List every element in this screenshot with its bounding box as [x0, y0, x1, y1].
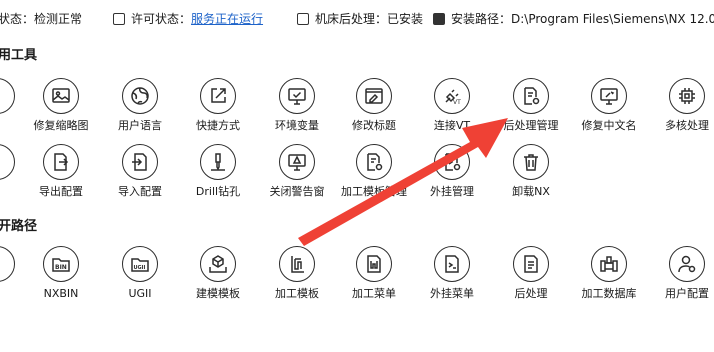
path-user-config[interactable]: 用户配置: [647, 246, 714, 300]
plugin-gear-icon: [434, 144, 470, 180]
user-gear-icon: [669, 246, 705, 282]
status-license: 许可状态：服务正在运行: [113, 10, 263, 42]
cube-box-icon: [200, 246, 236, 282]
tool-connect-vt[interactable]: VT 连接VT: [412, 78, 492, 132]
folder-bin-icon: BIN: [43, 246, 79, 282]
database-icon: [591, 246, 627, 282]
tool-shortcut[interactable]: 快捷方式: [178, 78, 258, 132]
svg-text:VT: VT: [453, 99, 461, 106]
tool-fix-thumbnail[interactable]: 修复缩略图: [21, 78, 101, 132]
path-machining-template[interactable]: 加工模板: [257, 246, 337, 300]
folder-ugii-icon: UGII: [122, 246, 158, 282]
tool-plugin-manage[interactable]: 外挂管理: [412, 144, 492, 198]
status-license-label: 许可状态：: [131, 12, 192, 26]
path-machining-database[interactable]: 加工数据库: [569, 246, 649, 300]
license-service-link[interactable]: 服务正在运行: [191, 12, 263, 26]
tool-close-warning[interactable]: 关闭警告窗: [257, 144, 337, 198]
edit-window-icon: [356, 78, 392, 114]
partial-icon: [0, 78, 15, 114]
tool-user-language[interactable]: 用户语言: [100, 78, 180, 132]
machining-menu-icon: [356, 246, 392, 282]
tool-post-manage[interactable]: 后处理管理: [491, 78, 571, 132]
image-icon: [43, 78, 79, 114]
path-nxbin[interactable]: BIN NXBIN: [21, 246, 101, 300]
plug-vt-icon: VT: [434, 78, 470, 114]
tool-import-config[interactable]: 导入配置: [100, 144, 180, 198]
status-path-label: 安装路径：D:\Program Files\Siemens\NX 12.0: [451, 12, 714, 26]
status-check: 状态：检测正常: [0, 10, 82, 42]
machining-template-icon: [279, 246, 315, 282]
ugii-badge: UGII: [134, 265, 146, 271]
cpu-icon: [669, 78, 705, 114]
status-path: 安装路径：D:\Program Files\Siemens\NX 12.0: [433, 10, 714, 42]
tool-edit-title[interactable]: 修改标题: [334, 78, 414, 132]
monitor-wrench-icon: [591, 78, 627, 114]
tool-drill[interactable]: Drill钻孔: [178, 144, 258, 198]
bin-badge: BIN: [55, 264, 67, 271]
path-post-process[interactable]: 后处理: [491, 246, 571, 300]
doc-gear-icon: [513, 78, 549, 114]
warning-monitor-icon: [279, 144, 315, 180]
tool-export-config[interactable]: 导出配置: [21, 144, 101, 198]
tool-multicore[interactable]: 多核处理: [647, 78, 714, 132]
license-icon: [113, 13, 125, 25]
status-check-label: 状态：检测正常: [0, 12, 83, 26]
partial-icon: [0, 246, 15, 282]
trash-icon: [513, 144, 549, 180]
path-machining-menu[interactable]: 加工菜单: [334, 246, 414, 300]
shortcut-icon: [200, 78, 236, 114]
path-plugin-menu[interactable]: 外挂菜单: [412, 246, 492, 300]
partial-icon: [0, 144, 15, 180]
section-common-tools: 用工具: [0, 48, 38, 63]
status-post: 机床后处理：已安装: [297, 10, 423, 42]
export-config-icon: [43, 144, 79, 180]
tool-uninstall-nx[interactable]: 卸载NX: [491, 144, 571, 198]
tool-template-manage[interactable]: 加工模板管理: [334, 144, 414, 198]
post-process-icon: [513, 246, 549, 282]
tool-fix-chinese-name[interactable]: 修复中文名: [569, 78, 649, 132]
path-modeling-template[interactable]: 建模模板: [178, 246, 258, 300]
drill-icon: [200, 144, 236, 180]
plugin-menu-icon: [434, 246, 470, 282]
globe-icon: [122, 78, 158, 114]
status-post-label: 机床后处理：已安装: [315, 12, 424, 26]
nx-icon: [433, 13, 445, 25]
document-icon: [297, 13, 309, 25]
import-config-icon: [122, 144, 158, 180]
monitor-check-icon: [279, 78, 315, 114]
path-ugii[interactable]: UGII UGII: [100, 246, 180, 300]
template-gear-icon: [356, 144, 392, 180]
section-open-paths: 开路径: [0, 219, 38, 234]
tool-env-vars[interactable]: 环境变量: [257, 78, 337, 132]
